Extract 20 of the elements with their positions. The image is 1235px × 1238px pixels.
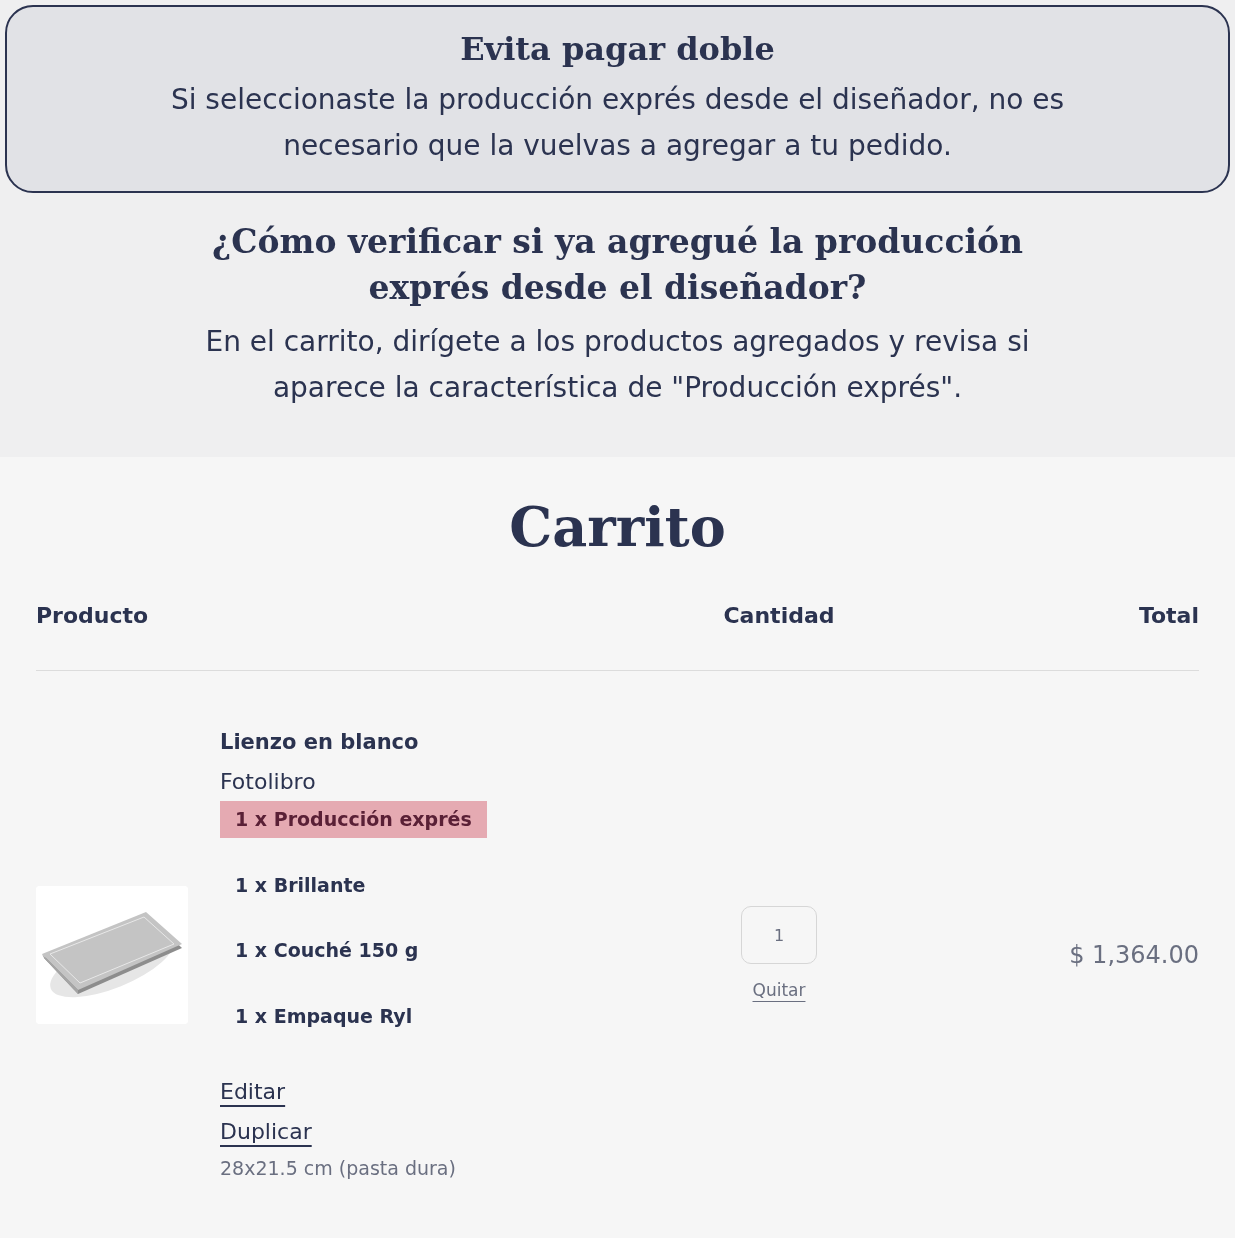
product-link[interactable]: Editar bbox=[220, 1074, 286, 1110]
column-header: Cantidad bbox=[722, 602, 836, 630]
product-link[interactable]: Duplicar bbox=[220, 1114, 312, 1150]
cart-title: Carrito bbox=[508, 495, 727, 559]
item-total: $ 1,364.00 bbox=[1068, 939, 1199, 971]
notice-title: Evita pagar doble bbox=[460, 29, 775, 69]
help-question: ¿Cómo verificar si ya agregué la producción exprés desde el diseñador? bbox=[210, 221, 1025, 309]
column-header: Total bbox=[1137, 602, 1199, 630]
remove-link[interactable]: Quitar bbox=[752, 978, 806, 1004]
help-answer: En el carrito, dirígete a los productos agregados y revisa si aparece la característica de "Producción exprés". bbox=[204, 324, 1031, 406]
product-option: 1 x Empaque Ryl bbox=[220, 997, 428, 1034]
product-option: 1 x Couché 150 g bbox=[220, 932, 434, 969]
product-type: Fotolibro bbox=[220, 768, 316, 796]
product-name: Lienzo en blanco bbox=[220, 729, 419, 756]
quantity-field[interactable]: 1 bbox=[741, 906, 817, 964]
product-option: 1 x Producción exprés bbox=[220, 801, 487, 838]
product-option: 1 x Brillante bbox=[220, 866, 381, 903]
notice-text: Si seleccionaste la producción exprés desde el diseñador, no es necesario que la vuelvas a agregar a tu pedido. bbox=[169, 82, 1066, 164]
product-size: 28x21.5 cm (pasta dura) bbox=[220, 1156, 456, 1181]
column-header: Producto bbox=[36, 602, 150, 630]
